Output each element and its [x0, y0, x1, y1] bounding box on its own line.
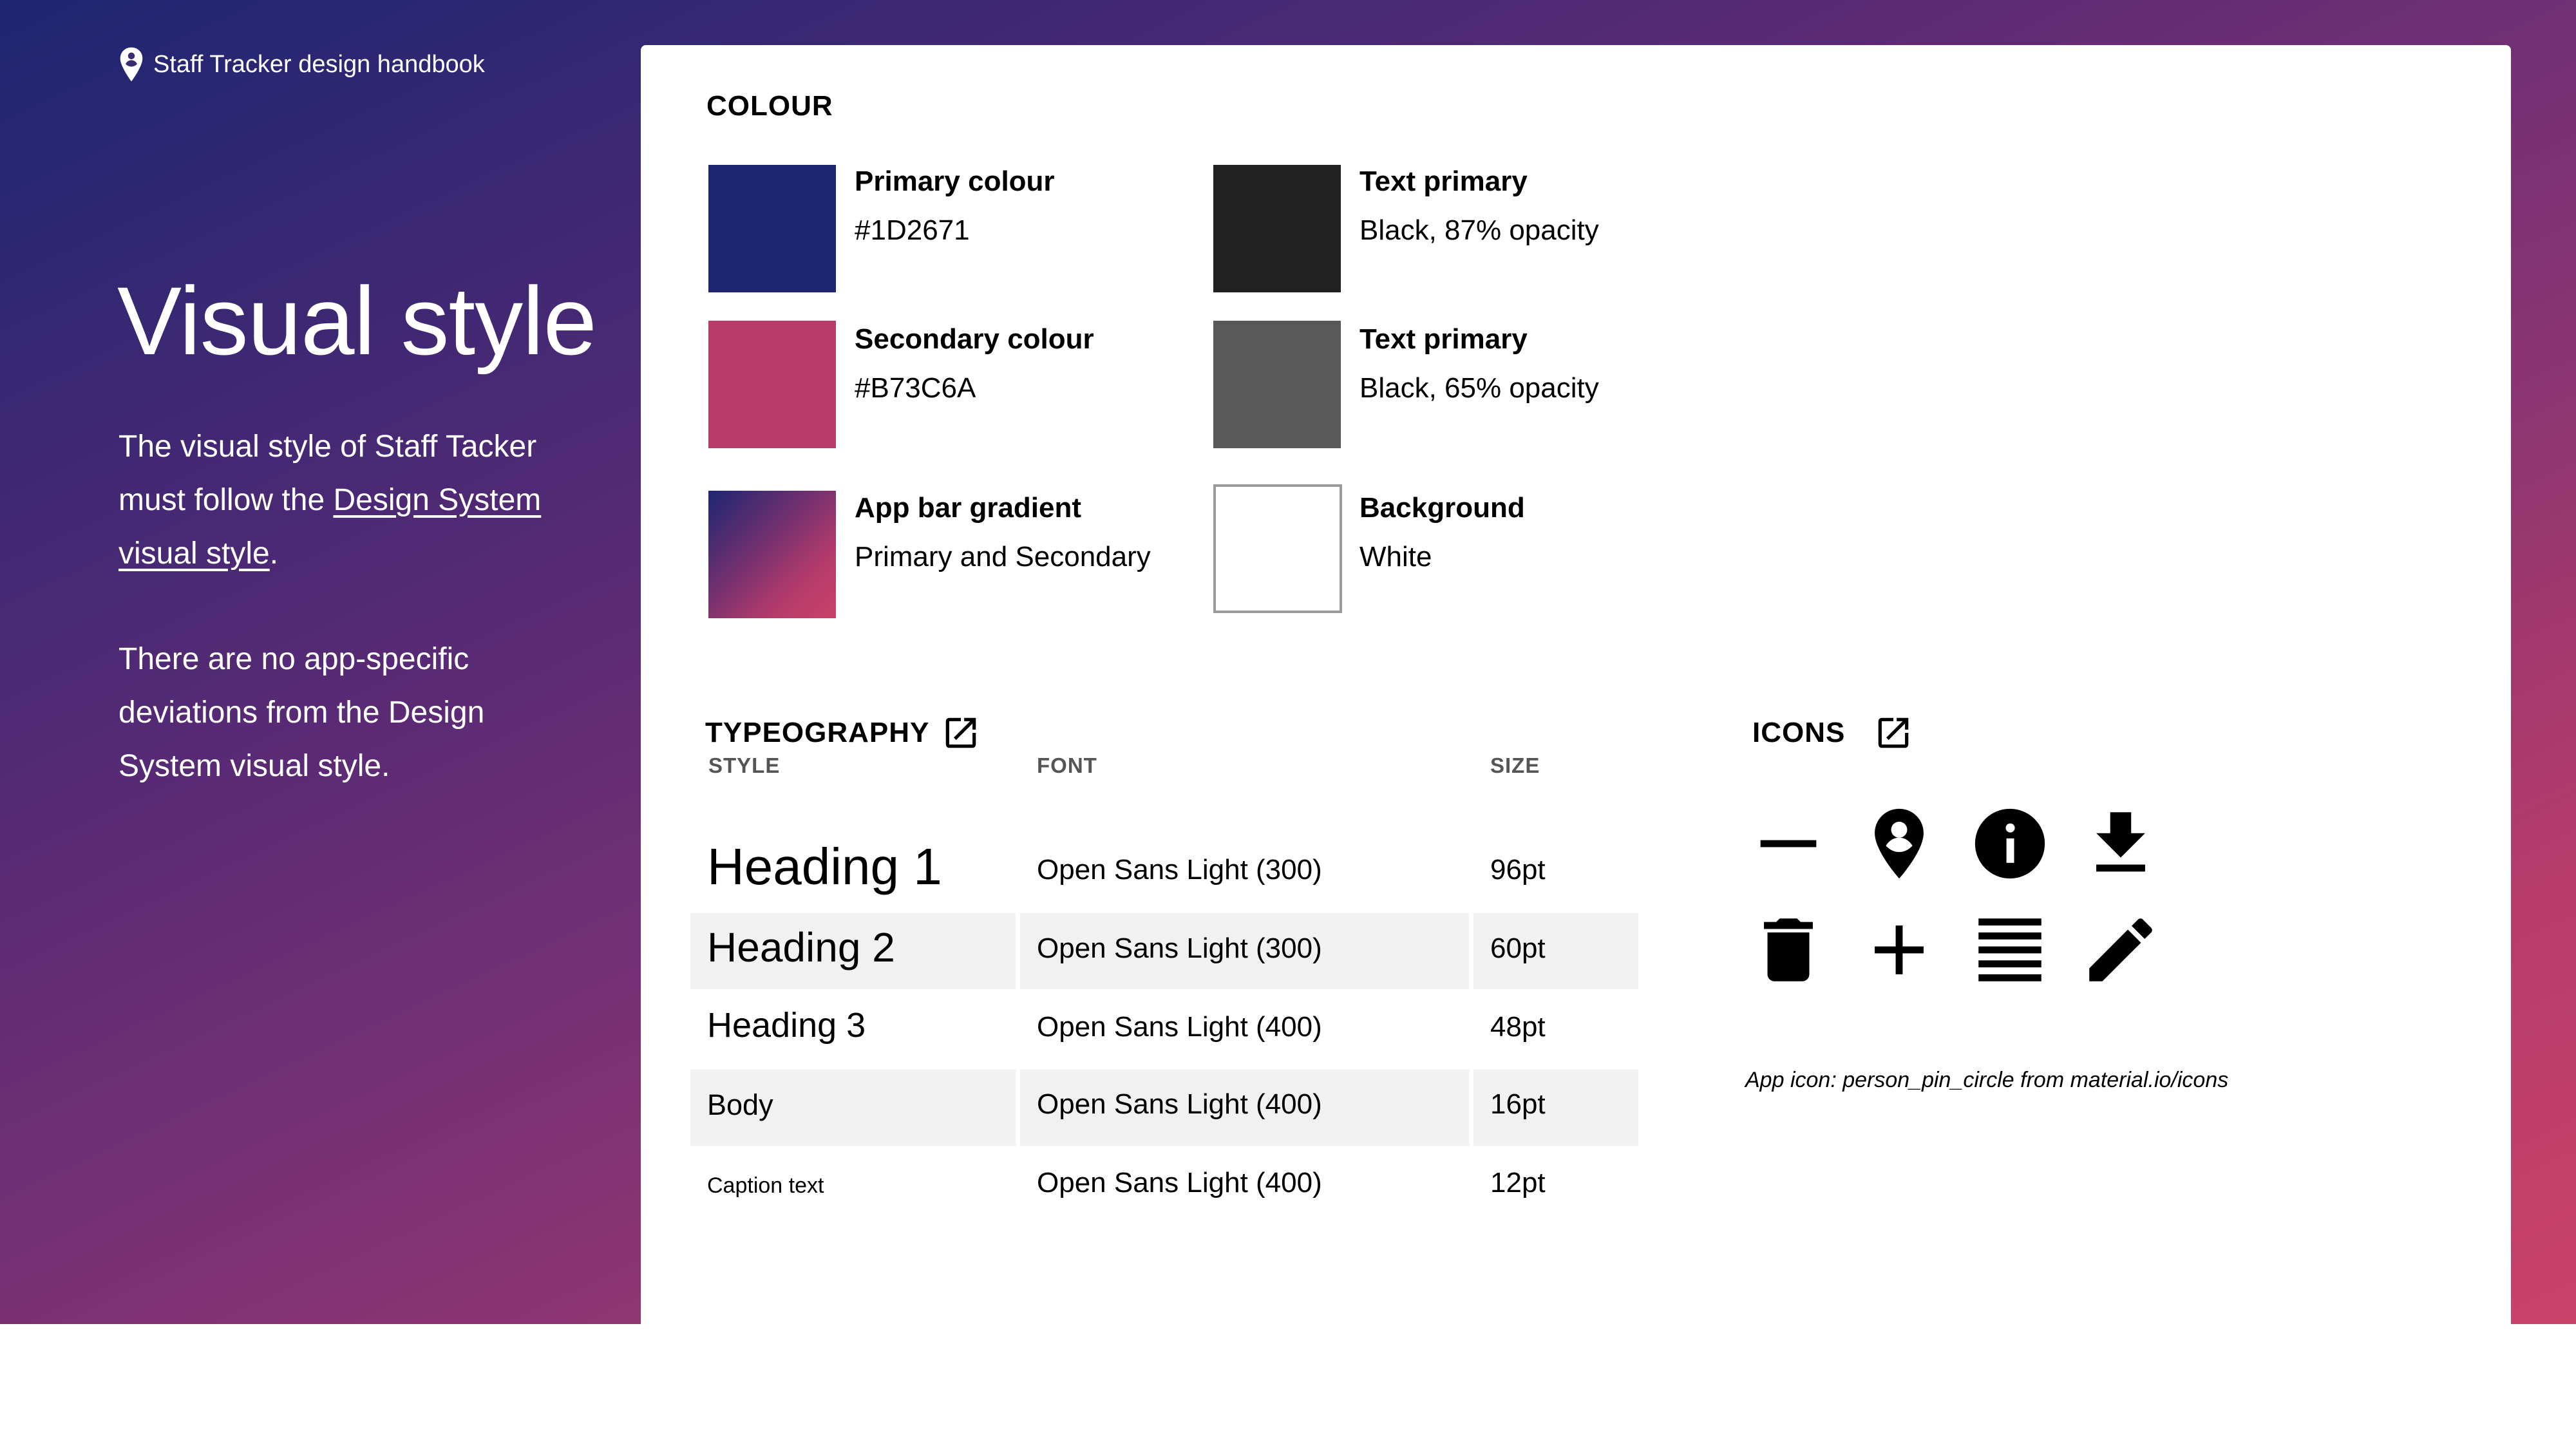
swatch-name: Text primary — [1359, 323, 1528, 355]
style-heading-2: Heading 2 — [707, 924, 895, 971]
column-header-size: SIZE — [1490, 753, 1540, 777]
swatch-primary-label: Primary colour #1D2671 — [855, 157, 1055, 255]
typography-title: TYPEOGRAPHY — [705, 717, 930, 748]
swatch-text-65 — [1213, 321, 1341, 448]
open-in-new-icon[interactable] — [1873, 713, 1913, 753]
style-heading-3: Heading 3 — [707, 1006, 866, 1045]
remove-icon — [1760, 840, 1817, 848]
column-header-style: STYLE — [708, 753, 781, 777]
swatch-value: Primary and Secondary — [855, 541, 1151, 573]
style-body: Body — [707, 1088, 773, 1121]
intro-paragraph-2: There are no app-specific deviations fro… — [118, 642, 485, 783]
style-caption: Caption text — [707, 1173, 824, 1198]
font-cell: Open Sans Light (300) — [1037, 933, 1322, 964]
swatch-name: Primary colour — [855, 166, 1055, 197]
swatch-value: Black, 87% opacity — [1359, 214, 1599, 246]
size-cell: 12pt — [1490, 1167, 1546, 1198]
swatch-value: Black, 65% opacity — [1359, 372, 1599, 404]
location-pin-icon — [1875, 808, 1924, 879]
column-header-font: FONT — [1037, 753, 1097, 777]
swatch-secondary — [708, 321, 836, 448]
swatch-secondary-label: Secondary colour #B73C6A — [855, 315, 1094, 413]
swatch-text-65-label: Text primary Black, 65% opacity — [1359, 315, 1599, 413]
open-in-new-icon[interactable] — [941, 713, 981, 753]
icons-title: ICONS — [1752, 717, 1846, 748]
swatch-text-87-label: Text primary Black, 87% opacity — [1359, 157, 1599, 255]
swatch-value: #B73C6A — [855, 372, 976, 404]
size-cell: 16pt — [1490, 1088, 1546, 1120]
download-icon — [2096, 812, 2145, 872]
swatch-text-87 — [1213, 165, 1341, 292]
swatch-name: Text primary — [1359, 166, 1528, 197]
delete-icon — [1764, 918, 1813, 981]
colour-heading: COLOUR — [706, 90, 833, 122]
font-cell: Open Sans Light (400) — [1037, 1088, 1322, 1120]
font-cell: Open Sans Light (400) — [1037, 1167, 1322, 1198]
brand-label: Staff Tracker design handbook — [153, 50, 485, 78]
font-cell: Open Sans Light (400) — [1037, 1011, 1322, 1043]
swatch-gradient — [708, 491, 836, 618]
size-cell: 96pt — [1490, 854, 1546, 886]
page-title: Visual style — [117, 267, 597, 375]
swatch-primary — [708, 165, 836, 292]
list-icon — [1978, 918, 2041, 981]
typography-heading: TYPEOGRAPHY — [705, 713, 981, 753]
swatch-background — [1213, 484, 1342, 613]
swatch-name: Secondary colour — [855, 323, 1094, 355]
size-cell: 48pt — [1490, 1011, 1546, 1043]
swatch-value: White — [1359, 541, 1432, 573]
size-cell: 60pt — [1490, 933, 1546, 964]
icons-heading: ICONS — [1752, 713, 1913, 753]
swatch-name: App bar gradient — [855, 492, 1082, 524]
intro-suffix: . — [269, 536, 279, 571]
style-heading-1: Heading 1 — [707, 838, 942, 895]
swatch-name: Background — [1359, 492, 1525, 524]
edit-icon — [2089, 918, 2152, 981]
info-icon — [1975, 808, 2045, 879]
add-icon — [1875, 925, 1924, 974]
intro-paragraph: The visual style of Staff Tacker must fo… — [118, 420, 569, 580]
swatch-value: #1D2671 — [855, 214, 970, 246]
swatch-background-label: Background White — [1359, 484, 1525, 582]
person-pin-circle-icon — [120, 47, 143, 82]
font-cell: Open Sans Light (300) — [1037, 854, 1322, 886]
brand[interactable]: Staff Tracker design handbook — [118, 46, 485, 82]
app-icon-note: App icon: person_pin_circle from materia… — [1745, 1068, 2229, 1092]
swatch-gradient-label: App bar gradient Primary and Secondary — [855, 484, 1151, 582]
